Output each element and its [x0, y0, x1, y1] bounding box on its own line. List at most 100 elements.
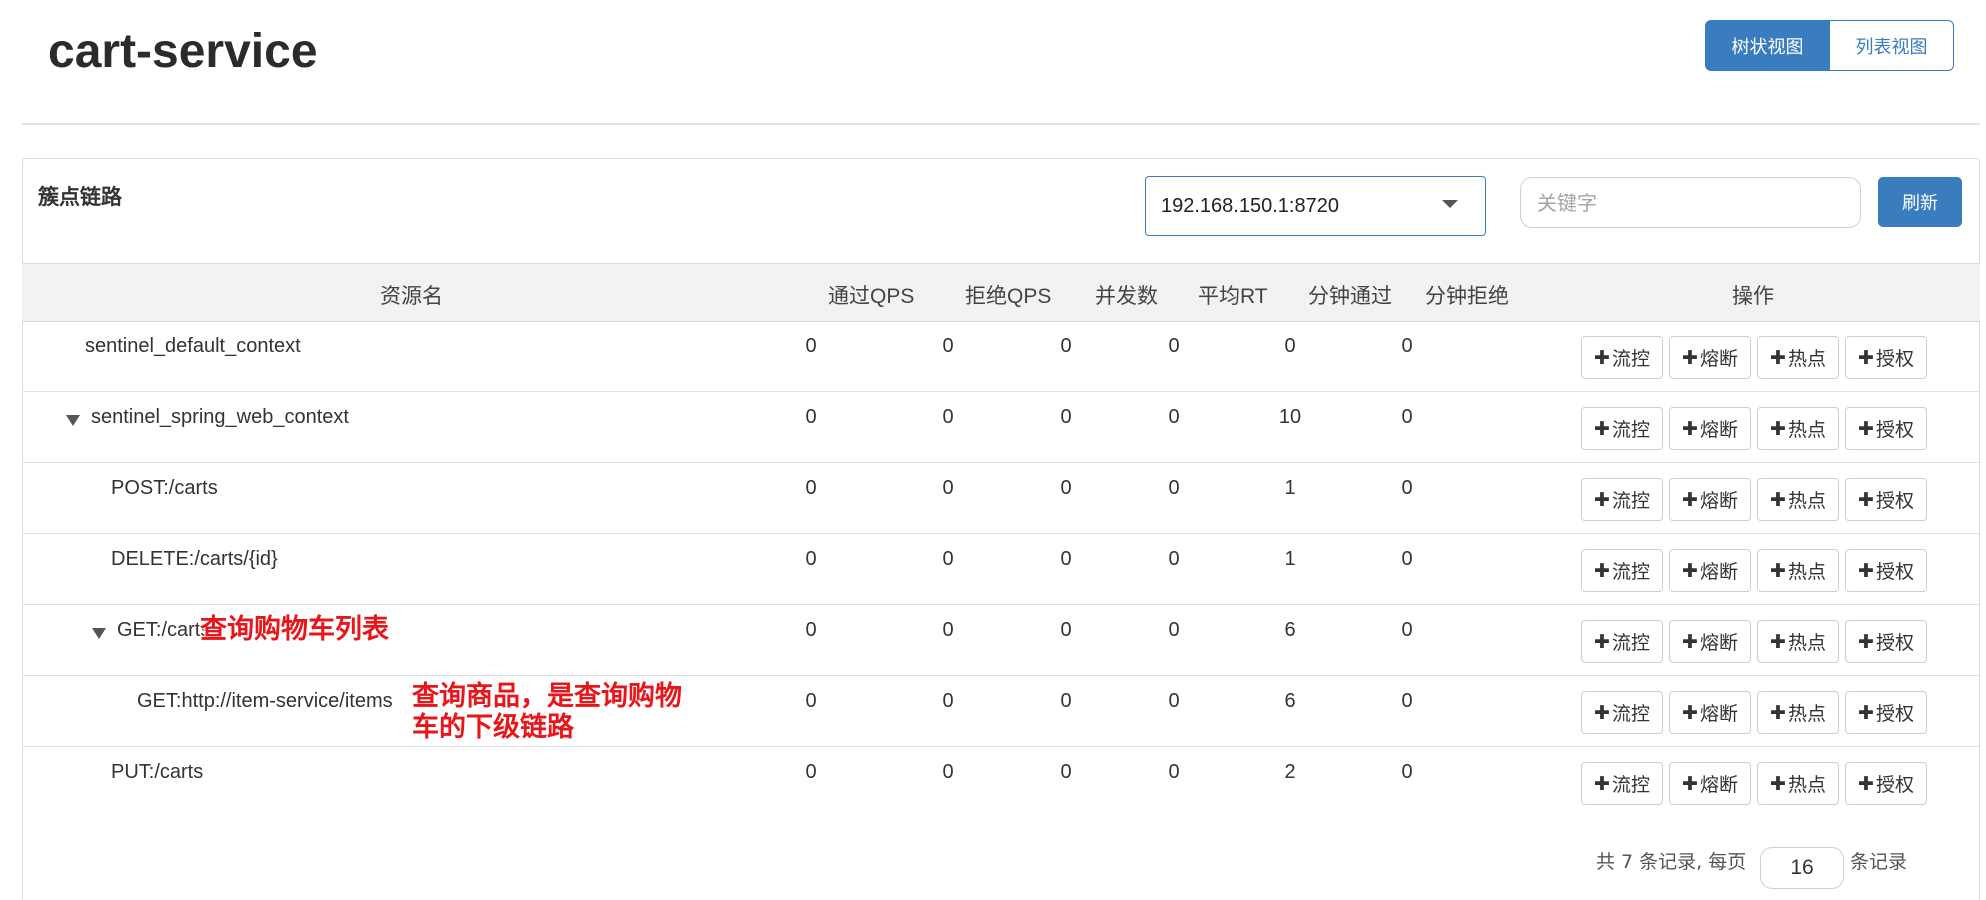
action-label: 流控	[1611, 632, 1650, 654]
plus-icon: ✚	[1770, 559, 1786, 582]
metric-value: 1	[1284, 548, 1296, 570]
add-hotspot-button[interactable]: ✚ 热点	[1757, 478, 1839, 521]
action-label: 熔断	[1699, 348, 1738, 370]
table-row: DELETE:/carts/{id} 0 0 0 0 1 0 ✚ 流控 ✚ 熔断 ✚ 热点 ✚ 授权	[22, 534, 1980, 605]
add-authority-button[interactable]: ✚ 授权	[1845, 549, 1927, 592]
plus-icon: ✚	[1594, 488, 1610, 511]
plus-icon: ✚	[1770, 417, 1786, 440]
action-label: 流控	[1611, 419, 1650, 441]
add-flow-control-button[interactable]: ✚ 流控	[1581, 336, 1663, 379]
add-flow-control-button[interactable]: ✚ 流控	[1581, 762, 1663, 805]
action-label: 热点	[1787, 632, 1826, 654]
table-row: sentinel_default_context 0 0 0 0 0 0 ✚ 流控 ✚ 熔断 ✚ 热点 ✚…	[22, 321, 1980, 392]
plus-icon: ✚	[1770, 488, 1786, 511]
col-actions: 操作	[1732, 285, 1774, 308]
add-flow-control-button[interactable]: ✚ 流控	[1581, 478, 1663, 521]
action-label: 热点	[1787, 490, 1826, 512]
machine-select-value: 192.168.150.1:8720	[1161, 194, 1339, 217]
metric-value: 0	[805, 761, 817, 783]
add-hotspot-button[interactable]: ✚ 热点	[1757, 691, 1839, 734]
add-hotspot-button[interactable]: ✚ 热点	[1757, 620, 1839, 663]
metric-value: 0	[1060, 477, 1072, 499]
add-degrade-button[interactable]: ✚ 熔断	[1669, 620, 1751, 663]
metric-value: 0	[1168, 477, 1180, 499]
machine-select[interactable]: 192.168.150.1:8720	[1145, 176, 1486, 236]
metric-value: 0	[942, 761, 954, 783]
plus-icon: ✚	[1594, 772, 1610, 795]
tree-view-button[interactable]: 树状视图	[1705, 20, 1830, 71]
metric-value: 0	[1401, 761, 1413, 783]
metric-value: 0	[1401, 690, 1413, 712]
action-label: 熔断	[1699, 703, 1738, 725]
col-resource-name: 资源名	[380, 285, 443, 308]
action-label: 流控	[1611, 490, 1650, 512]
add-degrade-button[interactable]: ✚ 熔断	[1669, 691, 1751, 734]
action-label: 热点	[1787, 703, 1826, 725]
add-authority-button[interactable]: ✚ 授权	[1845, 407, 1927, 450]
metric-value: 0	[1168, 761, 1180, 783]
action-label: 授权	[1875, 703, 1914, 725]
metric-value: 0	[1168, 335, 1180, 357]
add-authority-button[interactable]: ✚ 授权	[1845, 478, 1927, 521]
row-actions: ✚ 流控 ✚ 熔断 ✚ 热点 ✚ 授权	[1581, 336, 1927, 379]
caret-down-icon[interactable]	[92, 628, 106, 639]
plus-icon: ✚	[1594, 701, 1610, 724]
row-actions: ✚ 流控 ✚ 熔断 ✚ 热点 ✚ 授权	[1581, 620, 1927, 663]
add-hotspot-button[interactable]: ✚ 热点	[1757, 549, 1839, 592]
add-hotspot-button[interactable]: ✚ 热点	[1757, 762, 1839, 805]
row-actions: ✚ 流控 ✚ 熔断 ✚ 热点 ✚ 授权	[1581, 691, 1927, 734]
add-hotspot-button[interactable]: ✚ 热点	[1757, 407, 1839, 450]
metric-value: 0	[1401, 477, 1413, 499]
add-authority-button[interactable]: ✚ 授权	[1845, 620, 1927, 663]
action-label: 热点	[1787, 419, 1826, 441]
action-label: 流控	[1611, 703, 1650, 725]
annotation-item-line1: 查询商品，是查询购物	[412, 681, 682, 712]
add-authority-button[interactable]: ✚ 授权	[1845, 762, 1927, 805]
resource-name: DELETE:/carts/{id}	[111, 548, 278, 570]
action-label: 授权	[1875, 774, 1914, 796]
keyword-input[interactable]	[1520, 177, 1861, 228]
resource-name: GET:/carts	[117, 619, 211, 641]
plus-icon: ✚	[1858, 701, 1874, 724]
resource-name: POST:/carts	[111, 477, 218, 499]
metric-value: 0	[942, 406, 954, 428]
metric-value: 0	[805, 406, 817, 428]
add-flow-control-button[interactable]: ✚ 流控	[1581, 407, 1663, 450]
plus-icon: ✚	[1858, 630, 1874, 653]
row-actions: ✚ 流控 ✚ 熔断 ✚ 热点 ✚ 授权	[1581, 549, 1927, 592]
annotation-get-carts: 查询购物车列表	[200, 614, 389, 645]
add-degrade-button[interactable]: ✚ 熔断	[1669, 549, 1751, 592]
metric-value: 0	[1401, 619, 1413, 641]
add-degrade-button[interactable]: ✚ 熔断	[1669, 478, 1751, 521]
page-title: cart-service	[48, 25, 318, 78]
row-actions: ✚ 流控 ✚ 熔断 ✚ 热点 ✚ 授权	[1581, 478, 1927, 521]
col-minute-block: 分钟拒绝	[1425, 285, 1509, 308]
caret-down-icon[interactable]	[66, 415, 80, 426]
refresh-button[interactable]: 刷新	[1878, 177, 1962, 227]
add-hotspot-button[interactable]: ✚ 热点	[1757, 336, 1839, 379]
add-authority-button[interactable]: ✚ 授权	[1845, 691, 1927, 734]
col-avg-rt: 平均RT	[1198, 285, 1268, 308]
view-switch: 树状视图 列表视图	[1705, 20, 1954, 71]
page-size-input[interactable]	[1760, 847, 1844, 889]
add-authority-button[interactable]: ✚ 授权	[1845, 336, 1927, 379]
add-degrade-button[interactable]: ✚ 熔断	[1669, 407, 1751, 450]
plus-icon: ✚	[1682, 417, 1698, 440]
metric-value: 0	[942, 548, 954, 570]
metric-value: 0	[1060, 761, 1072, 783]
add-flow-control-button[interactable]: ✚ 流控	[1581, 620, 1663, 663]
list-view-button[interactable]: 列表视图	[1830, 20, 1954, 71]
add-degrade-button[interactable]: ✚ 熔断	[1669, 762, 1751, 805]
action-label: 熔断	[1699, 632, 1738, 654]
table-row: POST:/carts 0 0 0 0 1 0 ✚ 流控 ✚ 熔断 ✚ 热点 ✚ 授权	[22, 463, 1980, 534]
add-flow-control-button[interactable]: ✚ 流控	[1581, 691, 1663, 734]
metric-value: 0	[805, 619, 817, 641]
add-flow-control-button[interactable]: ✚ 流控	[1581, 549, 1663, 592]
add-degrade-button[interactable]: ✚ 熔断	[1669, 336, 1751, 379]
metric-value: 0	[942, 619, 954, 641]
action-label: 热点	[1787, 774, 1826, 796]
metric-value: 10	[1278, 406, 1302, 428]
table-header: 资源名 通过QPS 拒绝QPS 并发数 平均RT 分钟通过 分钟拒绝 操作	[22, 263, 1980, 322]
pagination-total: 共 7 条记录, 每页	[1596, 851, 1747, 873]
chevron-down-icon	[1442, 200, 1458, 208]
